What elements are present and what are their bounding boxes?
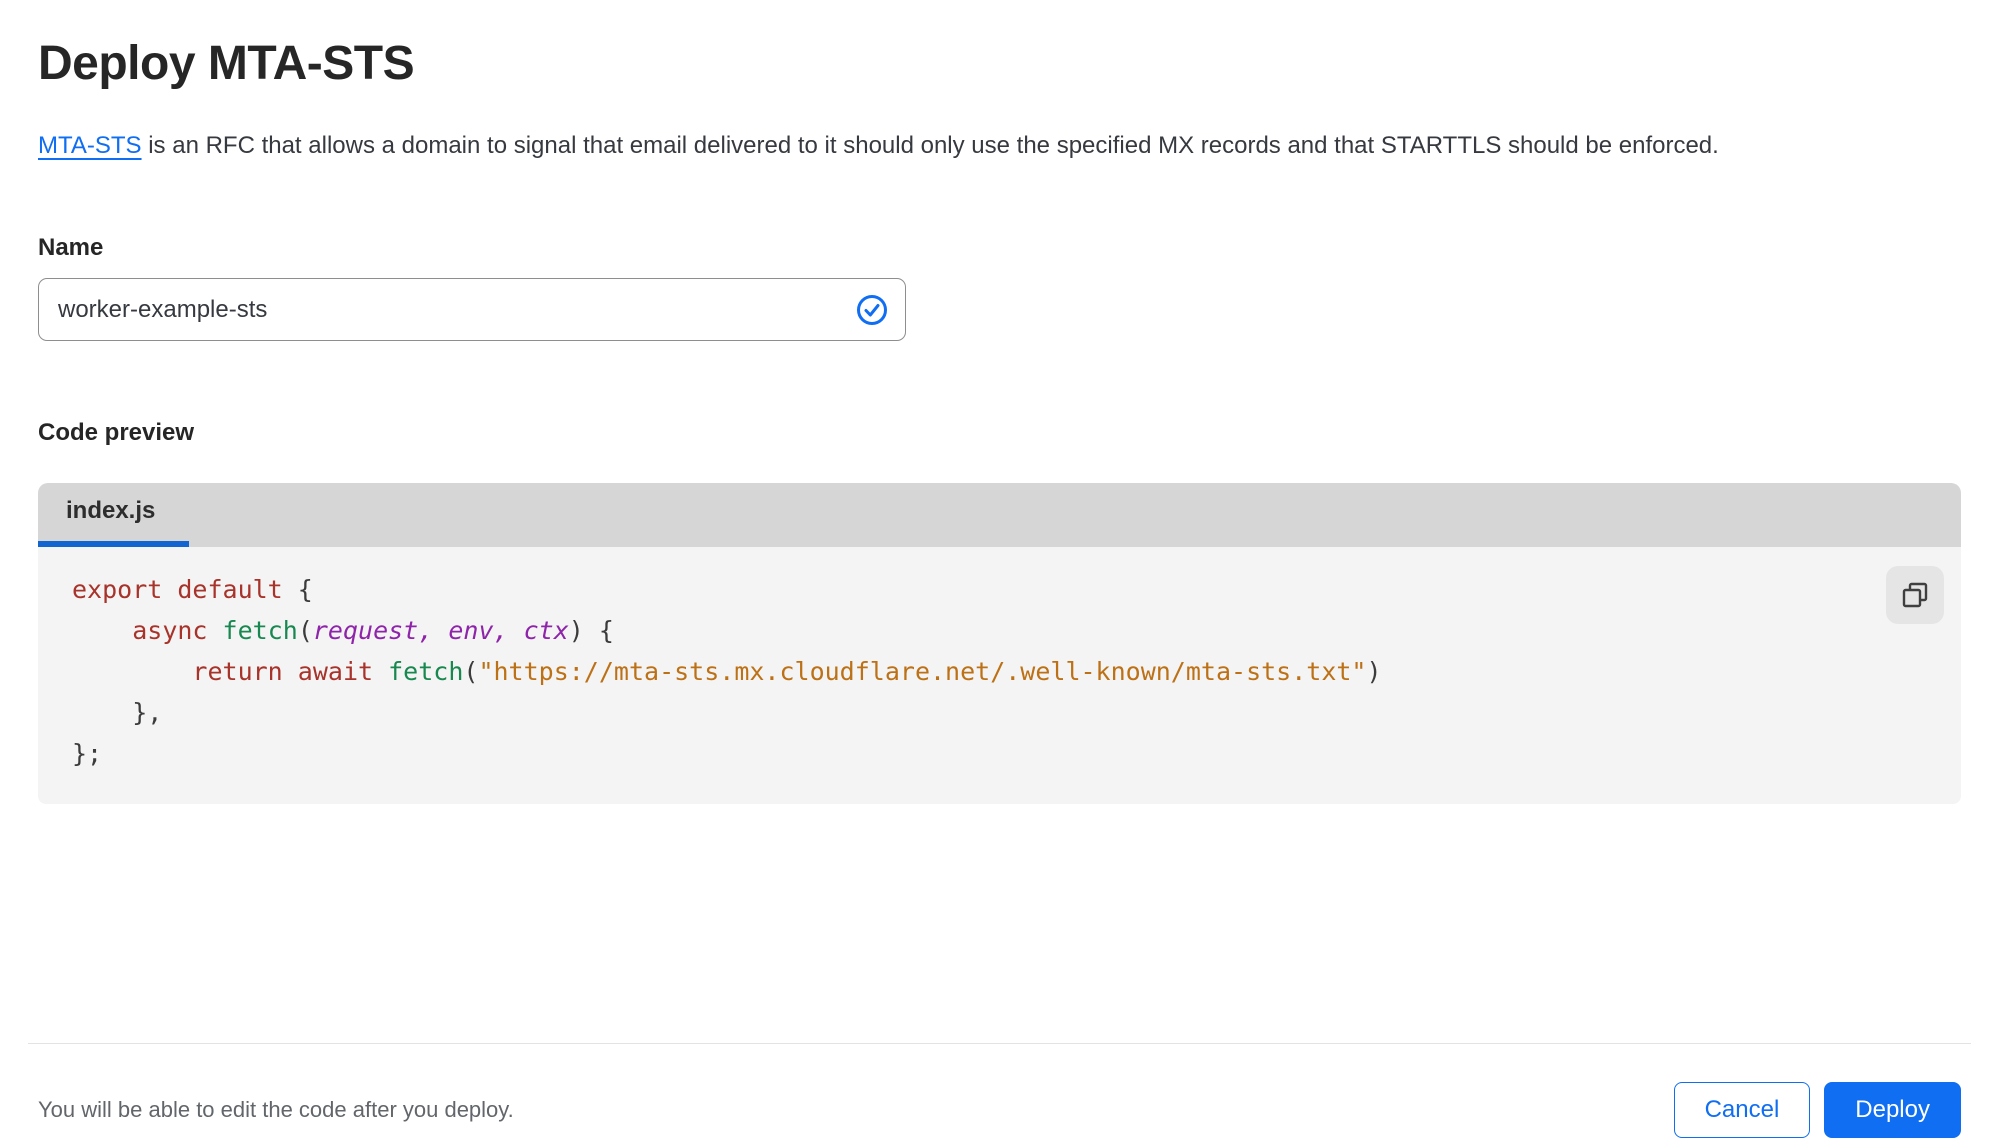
name-input[interactable] (38, 278, 906, 341)
deploy-mta-sts-page: Deploy MTA-STS MTA-STS is an RFC that al… (0, 0, 1999, 1138)
code-line: async fetch(request, env, ctx) { (132, 616, 614, 645)
code-line: }; (72, 739, 103, 768)
code-line: }, (72, 698, 163, 727)
name-label: Name (38, 234, 104, 261)
deploy-button[interactable]: Deploy (1824, 1082, 1961, 1138)
code-line: export default { (72, 575, 313, 604)
code-preview-label: Code preview (38, 419, 195, 446)
code-tabbar: index.js (38, 483, 1961, 547)
copy-code-button[interactable] (1886, 566, 1944, 624)
page-title: Deploy MTA-STS (38, 37, 415, 90)
tab-label: index.js (66, 497, 156, 524)
footer: You will be able to edit the code after … (38, 1044, 1961, 1138)
code-area: export default { async fetch(request, en… (38, 547, 1961, 804)
tab-index-js[interactable]: index.js (38, 483, 190, 547)
code-preview-card: index.js export default { async fetch(re… (38, 483, 1961, 804)
check-circle-icon (857, 294, 887, 325)
name-input-wrap (38, 278, 906, 341)
footer-note: You will be able to edit the code after … (38, 1097, 514, 1122)
footer-actions: Cancel Deploy (1673, 1082, 1961, 1138)
code-content: export default { async fetch(request, en… (72, 569, 1891, 774)
description-rest: is an RFC that allows a domain to signal… (141, 132, 1719, 159)
mta-sts-link[interactable]: MTA-STS (38, 132, 142, 159)
copy-icon (1902, 582, 1928, 608)
description-text: MTA-STS is an RFC that allows a domain t… (38, 123, 1933, 168)
code-line: return await fetch("https://mta-sts.mx.c… (192, 657, 1382, 686)
cancel-button[interactable]: Cancel (1673, 1082, 1811, 1138)
